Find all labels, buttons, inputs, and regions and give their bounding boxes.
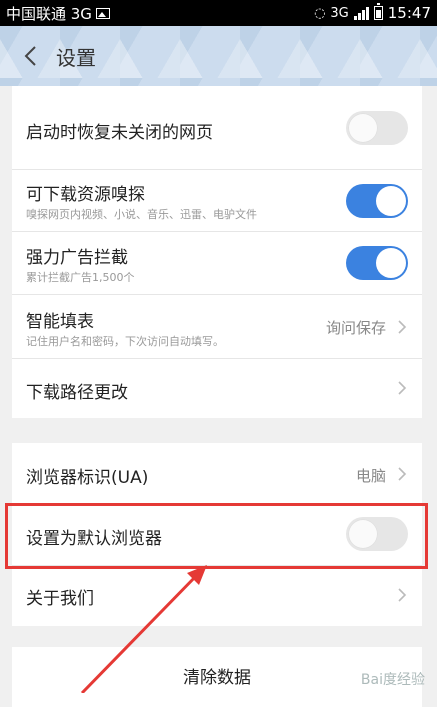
chevron-right-icon bbox=[398, 320, 407, 334]
restore-tabs-toggle[interactable] bbox=[346, 111, 408, 145]
setting-row-restore-tabs: 启动时恢复未关闭的网页 bbox=[12, 86, 422, 170]
signal-icon bbox=[353, 6, 369, 20]
resource-sniff-label: 可下载资源嗅探 bbox=[26, 185, 145, 205]
network-type: 3G bbox=[330, 5, 349, 21]
back-arrow-icon[interactable] bbox=[10, 36, 50, 76]
setting-row-user-agent[interactable]: 浏览器标识(UA) 电脑 bbox=[12, 443, 422, 504]
resource-sniff-toggle[interactable] bbox=[346, 184, 408, 218]
vibrate-icon: ◌ bbox=[314, 5, 326, 21]
status-bar: 中国联通 3G ◌ 3G 15:47 bbox=[0, 0, 437, 26]
title-bar: 设置 bbox=[0, 26, 437, 86]
page-title: 设置 bbox=[56, 45, 96, 70]
ad-block-toggle[interactable] bbox=[346, 246, 408, 280]
autofill-value: 询问保存 bbox=[325, 319, 386, 337]
settings-card-browser: 浏览器标识(UA) 电脑 设置为默认浏览器 关于我们 bbox=[12, 443, 422, 626]
download-path-label: 下载路径更改 bbox=[26, 383, 128, 403]
ad-block-label: 强力广告拦截 bbox=[26, 248, 128, 268]
setting-row-download-path[interactable]: 下载路径更改 bbox=[12, 359, 422, 418]
image-notification-icon bbox=[95, 7, 110, 19]
clock: 15:47 bbox=[387, 4, 431, 22]
settings-card-general: 启动时恢复未关闭的网页 可下载资源嗅探 嗅探网页内视频、小说、音乐、迅雷、电驴文… bbox=[12, 86, 422, 418]
chevron-right-icon bbox=[398, 467, 407, 481]
resource-sniff-description: 嗅探网页内视频、小说、音乐、迅雷、电驴文件 bbox=[26, 208, 257, 221]
battery-icon bbox=[373, 3, 383, 20]
setting-row-autofill[interactable]: 智能填表 记住用户名和密码，下次访问自动填写。 询问保存 bbox=[12, 295, 422, 359]
setting-row-ad-block: 强力广告拦截 累计拦截广告1,500个 bbox=[12, 232, 422, 295]
setting-row-about[interactable]: 关于我们 bbox=[12, 566, 422, 626]
about-label: 关于我们 bbox=[26, 589, 94, 609]
chevron-right-icon bbox=[398, 381, 407, 395]
user-agent-value: 电脑 bbox=[355, 467, 386, 485]
default-browser-label: 设置为默认浏览器 bbox=[26, 529, 162, 549]
autofill-description: 记住用户名和密码，下次访问自动填写。 bbox=[26, 335, 224, 348]
autofill-label: 智能填表 bbox=[26, 312, 94, 332]
chevron-right-icon bbox=[398, 588, 407, 602]
carrier-label: 中国联通 3G bbox=[6, 4, 92, 23]
setting-row-default-browser: 设置为默认浏览器 bbox=[12, 504, 422, 566]
restore-tabs-label: 启动时恢复未关闭的网页 bbox=[26, 123, 213, 143]
watermark: Bai度经验 bbox=[360, 672, 425, 688]
user-agent-label: 浏览器标识(UA) bbox=[26, 468, 149, 488]
ad-block-description: 累计拦截广告1,500个 bbox=[26, 271, 135, 284]
setting-row-resource-sniff: 可下载资源嗅探 嗅探网页内视频、小说、音乐、迅雷、电驴文件 bbox=[12, 170, 422, 232]
default-browser-toggle[interactable] bbox=[346, 517, 408, 551]
